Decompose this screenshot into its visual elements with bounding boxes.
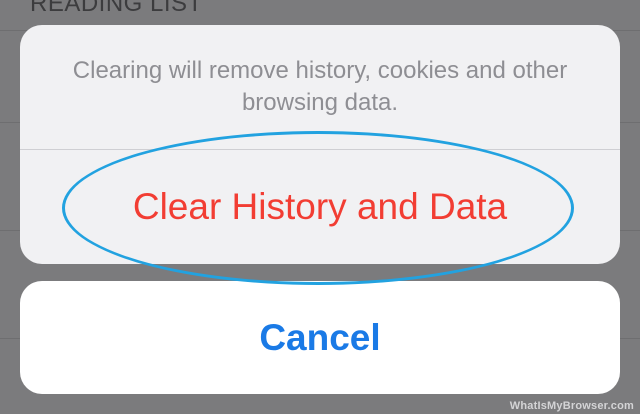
watermark: WhatIsMyBrowser.com: [509, 400, 634, 412]
action-sheet-message: Clearing will remove history, cookies an…: [72, 57, 568, 116]
cancel-button[interactable]: Cancel: [20, 281, 620, 394]
action-sheet: Clearing will remove history, cookies an…: [20, 25, 620, 264]
clear-history-button[interactable]: Clear History and Data: [20, 150, 620, 264]
background-section-label: READING LIST: [30, 0, 203, 17]
